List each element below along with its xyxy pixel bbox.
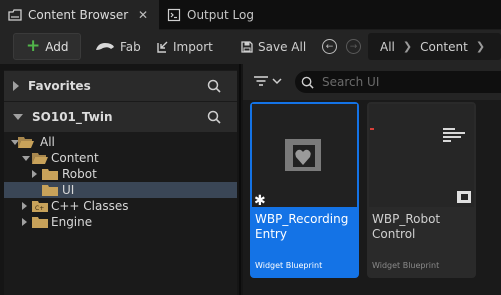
widget-blueprint-icon: [457, 191, 471, 203]
tree-label: Robot: [62, 167, 97, 181]
tree-label: Engine: [51, 215, 93, 229]
asset-name: WBP_Robot Control: [372, 212, 441, 241]
project-header[interactable]: SO101_Twin: [4, 102, 237, 132]
fab-button[interactable]: Fab: [94, 33, 141, 60]
asset-type: Widget Blueprint: [372, 261, 440, 270]
breadcrumb-item-all[interactable]: All: [380, 40, 395, 54]
tree-item-engine[interactable]: Engine: [4, 214, 237, 230]
breadcrumb-item-content[interactable]: Content: [420, 40, 468, 54]
plus-icon: +: [26, 36, 41, 56]
tree-item-cpp-classes[interactable]: C+ C++ Classes: [4, 198, 237, 214]
folder-icon: [32, 217, 48, 228]
folder-open-icon: [18, 137, 34, 148]
search-icon: [301, 76, 314, 89]
asset-tile-wbp-recording-entry[interactable]: ✱ WBP_Recording Entry Widget Blueprint: [250, 102, 359, 278]
fab-logo-icon: [96, 42, 114, 50]
import-button[interactable]: Import: [155, 33, 213, 60]
search-icon[interactable]: [207, 110, 221, 124]
asset-thumbnail: [369, 104, 474, 207]
add-label: Add: [45, 39, 69, 54]
fab-label: Fab: [120, 39, 141, 54]
breadcrumb: All ❯ Content ❯: [368, 33, 501, 60]
chevron-right-icon[interactable]: ❯: [476, 40, 485, 53]
save-all-label: Save All: [258, 39, 307, 54]
forward-arrow-icon[interactable]: →: [346, 39, 361, 54]
folder-icon: [42, 185, 58, 196]
save-all-button[interactable]: Save All: [240, 33, 306, 60]
asset-thumbnail: ✱: [252, 104, 357, 209]
asset-name: WBP_Recording Entry: [255, 212, 349, 241]
expand-arrow-icon[interactable]: [22, 218, 27, 226]
filter-bar: [243, 64, 501, 100]
widget-preview-icon: [443, 128, 465, 142]
tree-label: UI: [62, 183, 75, 197]
search-input[interactable]: [322, 75, 492, 89]
chevron-down-icon: [272, 78, 282, 85]
tab-bar: Content Browser ✕ Output Log: [0, 0, 501, 30]
tree-label: Content: [51, 151, 99, 165]
collapse-arrow-icon: [13, 114, 23, 120]
chevron-right-icon[interactable]: ❯: [403, 40, 412, 53]
sources-panel: Favorites SO101_Twin All Content Robot U…: [4, 70, 237, 295]
filter-icon: [254, 76, 268, 86]
tree-item-ui[interactable]: UI: [4, 182, 237, 198]
search-icon[interactable]: [207, 79, 221, 93]
tab-output-log[interactable]: Output Log: [159, 0, 309, 30]
favorites-title: Favorites: [28, 79, 91, 93]
tab-content-browser[interactable]: Content Browser ✕: [0, 0, 159, 30]
search-box: [295, 71, 501, 93]
widget-preview-mark: [370, 128, 374, 130]
folder-open-icon: [32, 153, 48, 164]
asset-type: Widget Blueprint: [255, 261, 323, 270]
close-icon[interactable]: ✕: [138, 8, 148, 22]
folder-icon: [42, 169, 58, 180]
expand-arrow-icon: [13, 81, 19, 91]
tree-label: C++ Classes: [51, 199, 129, 213]
import-label: Import: [173, 39, 213, 54]
add-button[interactable]: + Add: [13, 33, 81, 60]
cpp-folder-icon: C+: [32, 201, 48, 212]
tree-item-all[interactable]: All: [4, 134, 237, 150]
tree-item-robot[interactable]: Robot: [4, 166, 237, 182]
expand-arrow-icon[interactable]: [22, 202, 27, 210]
asset-view: ✱ WBP_Recording Entry Widget Blueprint W…: [243, 64, 501, 295]
favorites-header[interactable]: Favorites: [4, 71, 237, 101]
filter-button[interactable]: [253, 74, 282, 88]
import-icon: [157, 41, 168, 53]
save-icon: [241, 40, 253, 53]
tab-label: Content Browser: [28, 8, 129, 22]
back-arrow-icon[interactable]: ←: [322, 39, 337, 54]
tree-item-content[interactable]: Content: [4, 150, 237, 166]
tree-label: All: [40, 135, 55, 149]
content-browser-icon: [8, 9, 22, 21]
expand-arrow-icon[interactable]: [32, 170, 37, 178]
svg-text:C+: C+: [35, 205, 44, 212]
asset-tile-wbp-robot-control[interactable]: WBP_Robot Control Widget Blueprint: [367, 102, 476, 278]
unsaved-asterisk-icon: ✱: [254, 193, 266, 209]
toolbar: + Add Fab Import Save All ← → All ❯ Cont…: [0, 30, 501, 64]
project-title: SO101_Twin: [32, 110, 113, 124]
tab-label: Output Log: [187, 8, 254, 22]
output-log-icon: [167, 8, 181, 22]
panel-splitter[interactable]: [239, 64, 241, 295]
collapse-arrow-icon[interactable]: [22, 156, 30, 161]
widget-blueprint-icon: [285, 139, 321, 171]
